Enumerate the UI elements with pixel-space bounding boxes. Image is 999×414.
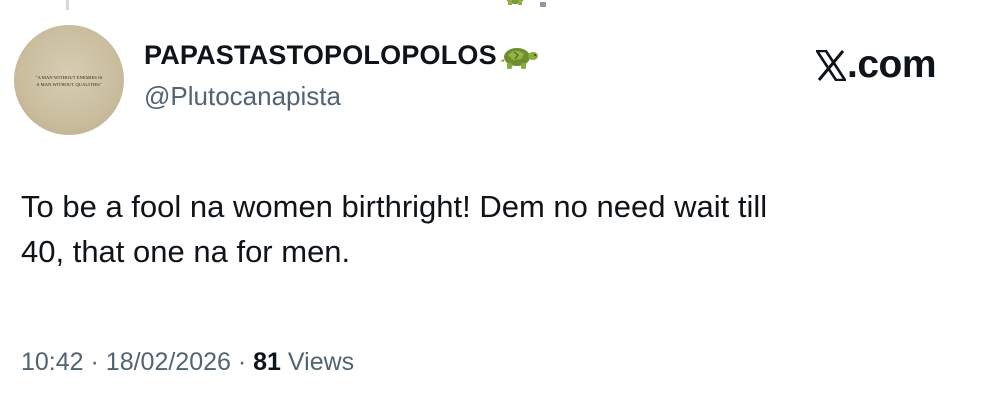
views-label: Views bbox=[287, 348, 355, 376]
meta-separator: · bbox=[90, 348, 99, 376]
tweet-text: To be a fool na women birthright! Dem no… bbox=[21, 184, 986, 274]
username-handle[interactable]: @Plutocanapista bbox=[144, 81, 341, 112]
avatar-caption: "A MAN WITHOUT ENEMIES IS A MAN WITHOUT … bbox=[22, 74, 116, 88]
avatar-caption-line-2: A MAN WITHOUT QUALITIES" bbox=[36, 82, 102, 87]
x-com-watermark: .com bbox=[816, 43, 937, 87]
x-logo-icon bbox=[816, 49, 846, 81]
x-com-text: .com bbox=[847, 43, 937, 86]
views-count: 81 bbox=[253, 348, 281, 376]
turtle-icon bbox=[499, 48, 538, 69]
display-name[interactable]: PAPASTASTOPOLOPOLOS bbox=[144, 40, 497, 71]
turtle-emoji-partial-icon bbox=[506, 0, 524, 5]
author-name-row: PAPASTASTOPOLOPOLOS bbox=[144, 38, 539, 72]
tweet-time[interactable]: 10:42 bbox=[21, 348, 84, 376]
meta-separator: · bbox=[237, 348, 247, 376]
avatar-caption-line-1: "A MAN WITHOUT ENEMIES IS bbox=[35, 75, 103, 80]
thread-connector-line bbox=[66, 0, 69, 10]
separator-dot-partial bbox=[540, 2, 546, 7]
avatar[interactable]: "A MAN WITHOUT ENEMIES IS A MAN WITHOUT … bbox=[14, 25, 124, 135]
tweet-screenshot: "A MAN WITHOUT ENEMIES IS A MAN WITHOUT … bbox=[0, 0, 999, 414]
tweet-date[interactable]: 18/02/2026 bbox=[106, 348, 231, 376]
tweet-text-line-1: To be a fool na women birthright! Dem no… bbox=[21, 189, 768, 224]
tweet-metadata: 10:42 · 18/02/2026 · 81 Views bbox=[21, 348, 354, 377]
tweet-text-line-2: 40, that one na for men. bbox=[21, 234, 351, 269]
